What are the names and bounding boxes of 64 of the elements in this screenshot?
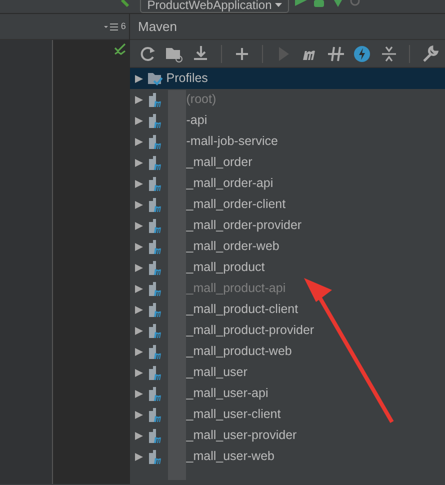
tree-item[interactable]: _mall_order xyxy=(130,152,445,173)
tree-item[interactable]: _mall_order-provider xyxy=(130,215,445,236)
counter-text: 6 xyxy=(120,20,126,33)
run-configuration-text: ProductWebApplication xyxy=(147,0,272,13)
run-configuration-dropdown[interactable]: ProductWebApplication xyxy=(140,0,289,13)
maven-module-icon xyxy=(147,322,164,338)
maven-module-icon xyxy=(147,238,164,254)
maven-module-icon xyxy=(147,280,164,296)
expand-arrow-icon[interactable] xyxy=(134,304,144,314)
tree-item[interactable]: -api xyxy=(130,110,445,131)
list-icon[interactable] xyxy=(104,22,118,30)
tree-item[interactable]: _mall_order-web xyxy=(130,236,445,257)
run-icon[interactable] xyxy=(295,0,308,8)
expand-arrow-icon[interactable] xyxy=(134,178,144,188)
expand-arrow-icon[interactable] xyxy=(134,388,144,398)
tree-item[interactable]: _mall_order-client xyxy=(130,194,445,215)
tree-item[interactable]: _mall_product-client xyxy=(130,299,445,320)
expand-arrow-icon[interactable] xyxy=(134,74,144,84)
coverage-icon[interactable] xyxy=(332,0,344,8)
check-icon xyxy=(114,43,126,56)
tree-item[interactable]: _mall_product-web xyxy=(130,341,445,362)
maven-module-icon xyxy=(147,92,164,108)
debug-icon[interactable] xyxy=(313,0,326,8)
maven-module-icon xyxy=(147,196,164,212)
expand-arrow-icon[interactable] xyxy=(134,262,144,272)
tree-item[interactable]: Profiles xyxy=(130,68,445,89)
expand-arrow-icon[interactable] xyxy=(134,410,144,420)
maven-module-icon xyxy=(147,364,164,380)
tree-item[interactable]: _mall_product xyxy=(130,257,445,278)
tree-item[interactable]: -mall-job-service xyxy=(130,131,445,152)
expand-arrow-icon[interactable] xyxy=(134,430,144,440)
caret-icon xyxy=(274,3,282,8)
expand-arrow-icon[interactable] xyxy=(134,158,144,168)
maven-module-icon xyxy=(147,176,164,192)
expand-arrow-icon[interactable] xyxy=(134,346,144,356)
folder-check-icon xyxy=(147,70,164,86)
panel-title: Maven xyxy=(130,14,445,40)
tree-item[interactable]: _mall_user-provider xyxy=(130,425,445,446)
expand-arrow-icon[interactable] xyxy=(134,116,144,126)
lightning-icon[interactable] xyxy=(352,44,372,64)
maven-module-icon xyxy=(147,302,164,318)
tree-item[interactable]: _mall_user-web xyxy=(130,446,445,467)
expand-arrow-icon[interactable] xyxy=(134,326,144,336)
maven-module-icon xyxy=(147,154,164,170)
maven-module-icon xyxy=(147,406,164,422)
tree-item[interactable]: _mall_product-provider xyxy=(130,320,445,341)
expand-arrow-icon[interactable] xyxy=(134,452,144,462)
expand-arrow-icon[interactable] xyxy=(134,220,144,230)
maven-module-icon xyxy=(147,344,164,360)
maven-module-icon xyxy=(147,134,164,150)
maven-module-icon xyxy=(147,428,164,444)
maven-module-icon xyxy=(147,260,164,276)
expand-arrow-icon[interactable] xyxy=(134,368,144,378)
tree-item[interactable]: _mall_order-api xyxy=(130,173,445,194)
tree-item[interactable]: _mall_user xyxy=(130,362,445,383)
maven-module-icon xyxy=(147,112,164,128)
expand-arrow-icon[interactable] xyxy=(134,242,144,252)
maven-module-icon xyxy=(147,448,164,464)
tree-item[interactable]: _mall_user-api xyxy=(130,383,445,404)
expand-arrow-icon[interactable] xyxy=(134,136,144,146)
tree-item[interactable]: _mall_user-client xyxy=(130,404,445,425)
maven-module-icon xyxy=(147,218,164,234)
expand-arrow-icon[interactable] xyxy=(134,200,144,210)
maven-module-icon xyxy=(147,386,164,402)
